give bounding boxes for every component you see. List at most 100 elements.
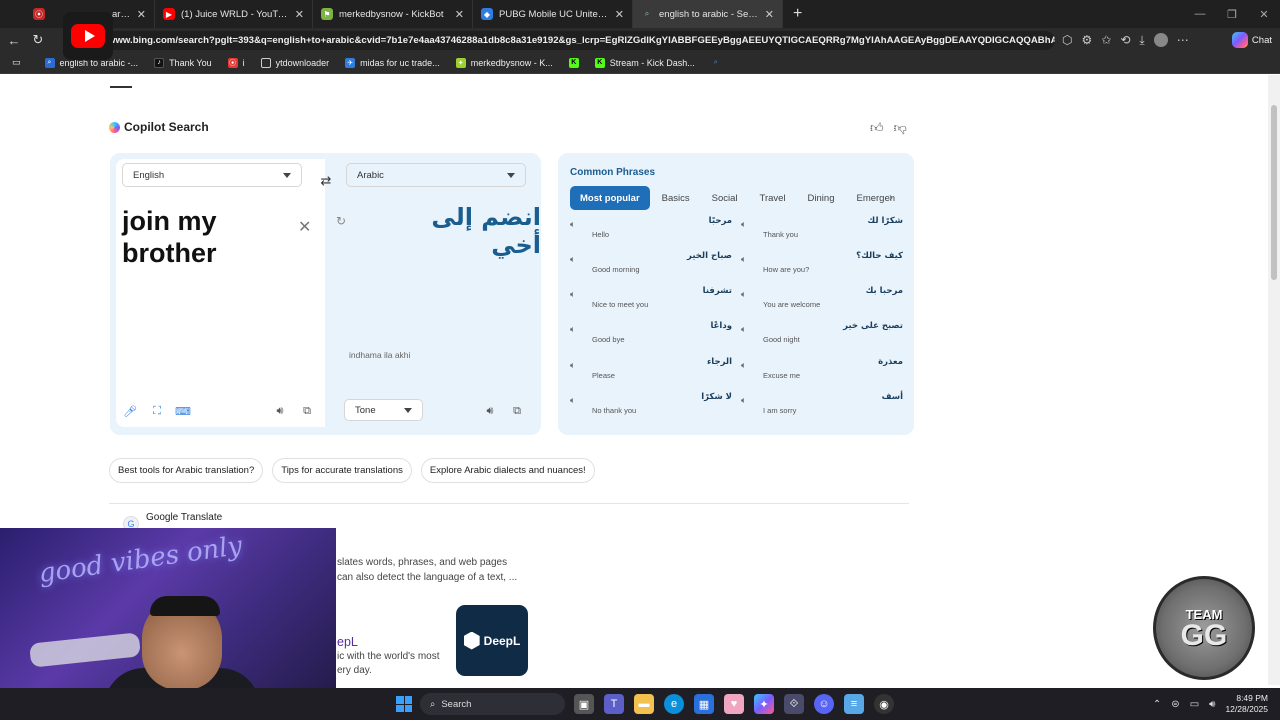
minimize-icon[interactable]: — — [1184, 0, 1216, 28]
discord-icon[interactable]: ☺ — [814, 694, 834, 714]
source-text[interactable]: join my brother — [122, 205, 292, 269]
close-tab-icon[interactable]: ✕ — [295, 8, 304, 21]
speaker-icon[interactable]: 🔈︎ — [741, 219, 746, 230]
scrollbar-thumb[interactable] — [1271, 105, 1277, 280]
close-tab-icon[interactable]: ✕ — [765, 8, 774, 21]
taskbar-search[interactable]: ⌕ Search — [420, 693, 565, 715]
chevron-up-icon[interactable]: ⌃ — [1153, 699, 1161, 710]
scope-tab-all[interactable] — [110, 75, 132, 88]
speaker-icon[interactable]: 🔊︎ — [271, 402, 289, 420]
tab-4-active[interactable]: ⌕ english to arabic - Search ✕ — [633, 0, 783, 28]
speaker-icon[interactable]: 🔈︎ — [741, 360, 746, 371]
profile-avatar[interactable] — [1153, 33, 1168, 47]
clock[interactable]: 8:49 PM 12/28/2025 — [1225, 693, 1268, 715]
result-site-name[interactable]: Google Translate — [146, 512, 222, 523]
tracking-icon[interactable]: ⚙ — [1081, 33, 1092, 47]
refresh-icon[interactable]: ↻ — [26, 28, 50, 52]
suggestion-chip[interactable]: Explore Arabic dialects and nuances! — [420, 458, 595, 483]
favorites-icon[interactable]: ✩ — [1101, 33, 1111, 47]
display-icon[interactable]: ▭ — [1190, 699, 1199, 710]
close-window-icon[interactable]: ✕ — [1248, 0, 1280, 28]
bookmark-item[interactable]: ♪ Thank You — [148, 57, 218, 68]
copilot-chat-button[interactable]: Chat — [1231, 30, 1272, 50]
speaker-icon[interactable]: 🔈︎ — [741, 289, 746, 300]
new-tab-button[interactable]: + — [783, 5, 812, 23]
phrase-item[interactable]: 🔈︎ شكرًا لك Thank you — [741, 216, 903, 250]
speaker-icon[interactable]: 🔈︎ — [570, 254, 575, 265]
volume-icon[interactable]: 🔊︎ — [1209, 699, 1215, 710]
suggestion-chip[interactable]: Best tools for Arabic translation? — [109, 458, 264, 483]
clear-text-icon[interactable]: ✕ — [298, 217, 311, 237]
bookmark-item[interactable]: ⌕ — [705, 58, 727, 68]
tab-1[interactable]: ▶ (1) Juice WRLD - YouTube ✕ — [155, 0, 313, 28]
vscode-icon[interactable]: ⟐ — [784, 694, 804, 714]
phrase-item[interactable]: 🔈︎ تشرفنا Nice to meet you — [570, 286, 732, 320]
copilot-icon[interactable]: ✦ — [754, 694, 774, 714]
store-icon[interactable]: ▦ — [694, 694, 714, 714]
thumbs-down-icon[interactable]: 👎︎ — [894, 120, 907, 136]
task-view-icon[interactable]: ▣ — [574, 694, 594, 714]
bookmark-item[interactable]: ytdownloader — [255, 57, 336, 68]
obs-icon[interactable]: ◉ — [874, 694, 894, 714]
speaker-icon[interactable]: 🔈︎ — [570, 324, 575, 335]
phrase-item[interactable]: 🔈︎ الرجاء Please — [570, 357, 732, 391]
speaker-icon[interactable]: 🔊︎ — [481, 402, 499, 420]
page-scrollbar[interactable] — [1268, 75, 1280, 685]
keyboard-icon[interactable]: ⌨ — [174, 402, 192, 420]
speaker-icon[interactable]: 🔈︎ — [741, 324, 746, 335]
extensions-icon[interactable]: ⬡ — [1062, 33, 1072, 47]
phrase-item[interactable]: 🔈︎ صباح الخير Good morning — [570, 251, 732, 285]
downloads-icon[interactable]: ⤓ — [1139, 33, 1144, 48]
chevron-right-icon[interactable]: › — [889, 190, 893, 204]
restore-icon[interactable]: ❐ — [1216, 0, 1248, 28]
result-title-deepl[interactable]: epL — [337, 635, 358, 649]
close-tab-icon[interactable]: ✕ — [137, 8, 146, 21]
close-tab-icon[interactable]: ✕ — [455, 8, 464, 21]
deepl-logo-card[interactable]: DeepL — [456, 605, 528, 676]
swap-languages-icon[interactable]: ⇄ — [314, 169, 338, 193]
target-language-select[interactable]: Arabic — [346, 163, 526, 187]
bookmark-item[interactable]: K Stream - Kick Dash... — [589, 57, 701, 68]
tab-emergency[interactable]: Emergen — [846, 186, 904, 210]
speaker-icon[interactable]: 🔈︎ — [570, 360, 575, 371]
teams-icon[interactable]: T — [604, 694, 624, 714]
speaker-icon[interactable]: 🔈︎ — [570, 395, 575, 406]
bookmark-item[interactable]: ✈ midas for uc trade... — [339, 57, 446, 68]
speaker-icon[interactable]: 🔈︎ — [570, 289, 575, 300]
source-language-select[interactable]: English — [122, 163, 302, 187]
url-bar[interactable]: www.bing.com/search?pglt=393&q=english+t… — [100, 31, 1055, 50]
speaker-icon[interactable]: 🔈︎ — [741, 395, 746, 406]
tab-basics[interactable]: Basics — [652, 186, 700, 210]
bookmark-item[interactable]: ⦿ i — [222, 57, 251, 68]
edge-icon[interactable]: e — [664, 694, 684, 714]
phrase-item[interactable]: 🔈︎ تصبح على خير Good night — [741, 321, 903, 355]
phrase-item[interactable]: 🔈︎ وداعًا Good bye — [570, 321, 732, 355]
tab-3[interactable]: ◆ PUBG Mobile UC United States (U ✕ — [473, 0, 633, 28]
copy-icon[interactable]: ⧉ — [508, 402, 526, 420]
phrase-item[interactable]: 🔈︎ معذرة Excuse me — [741, 357, 903, 391]
windows-start-icon[interactable] — [396, 696, 412, 712]
sidebar-toggle-icon[interactable]: ▭ — [6, 57, 35, 68]
suggestion-chip[interactable]: Tips for accurate translations — [272, 458, 412, 483]
speaker-icon[interactable]: 🔈︎ — [741, 254, 746, 265]
history-icon[interactable]: ⟲ — [1120, 33, 1130, 47]
thumbs-up-icon[interactable]: 👍︎ — [870, 120, 884, 136]
file-explorer-icon[interactable]: ▬ — [634, 694, 654, 714]
close-tab-icon[interactable]: ✕ — [615, 8, 624, 21]
notepad-icon[interactable]: ≡ — [844, 694, 864, 714]
more-menu-icon[interactable]: ⋯ — [1177, 33, 1189, 47]
phrase-item[interactable]: 🔈︎ مرحبا بك You are welcome — [741, 286, 903, 320]
phrase-item[interactable]: 🔈︎ كيف حالك؟ How are you? — [741, 251, 903, 285]
phrase-item[interactable]: 🔈︎ أسف I am sorry — [741, 392, 903, 426]
network-icon[interactable]: ⊜ — [1171, 699, 1179, 710]
phrase-item[interactable]: 🔈︎ لا شكرًا No thank you — [570, 392, 732, 426]
tone-select[interactable]: Tone — [344, 399, 423, 421]
microphone-icon[interactable]: 🎤︎ — [121, 402, 139, 420]
phrase-item[interactable]: 🔈︎ مرحبًا Hello — [570, 216, 732, 250]
tab-travel[interactable]: Travel — [750, 186, 796, 210]
camera-scan-icon[interactable]: ⛶ — [148, 402, 166, 420]
bookmark-item[interactable]: ✦ merkedbysnow - K... — [450, 57, 559, 68]
tab-most-popular[interactable]: Most popular — [570, 186, 650, 210]
back-arrow-icon[interactable]: ← — [2, 28, 26, 52]
tab-dining[interactable]: Dining — [798, 186, 845, 210]
